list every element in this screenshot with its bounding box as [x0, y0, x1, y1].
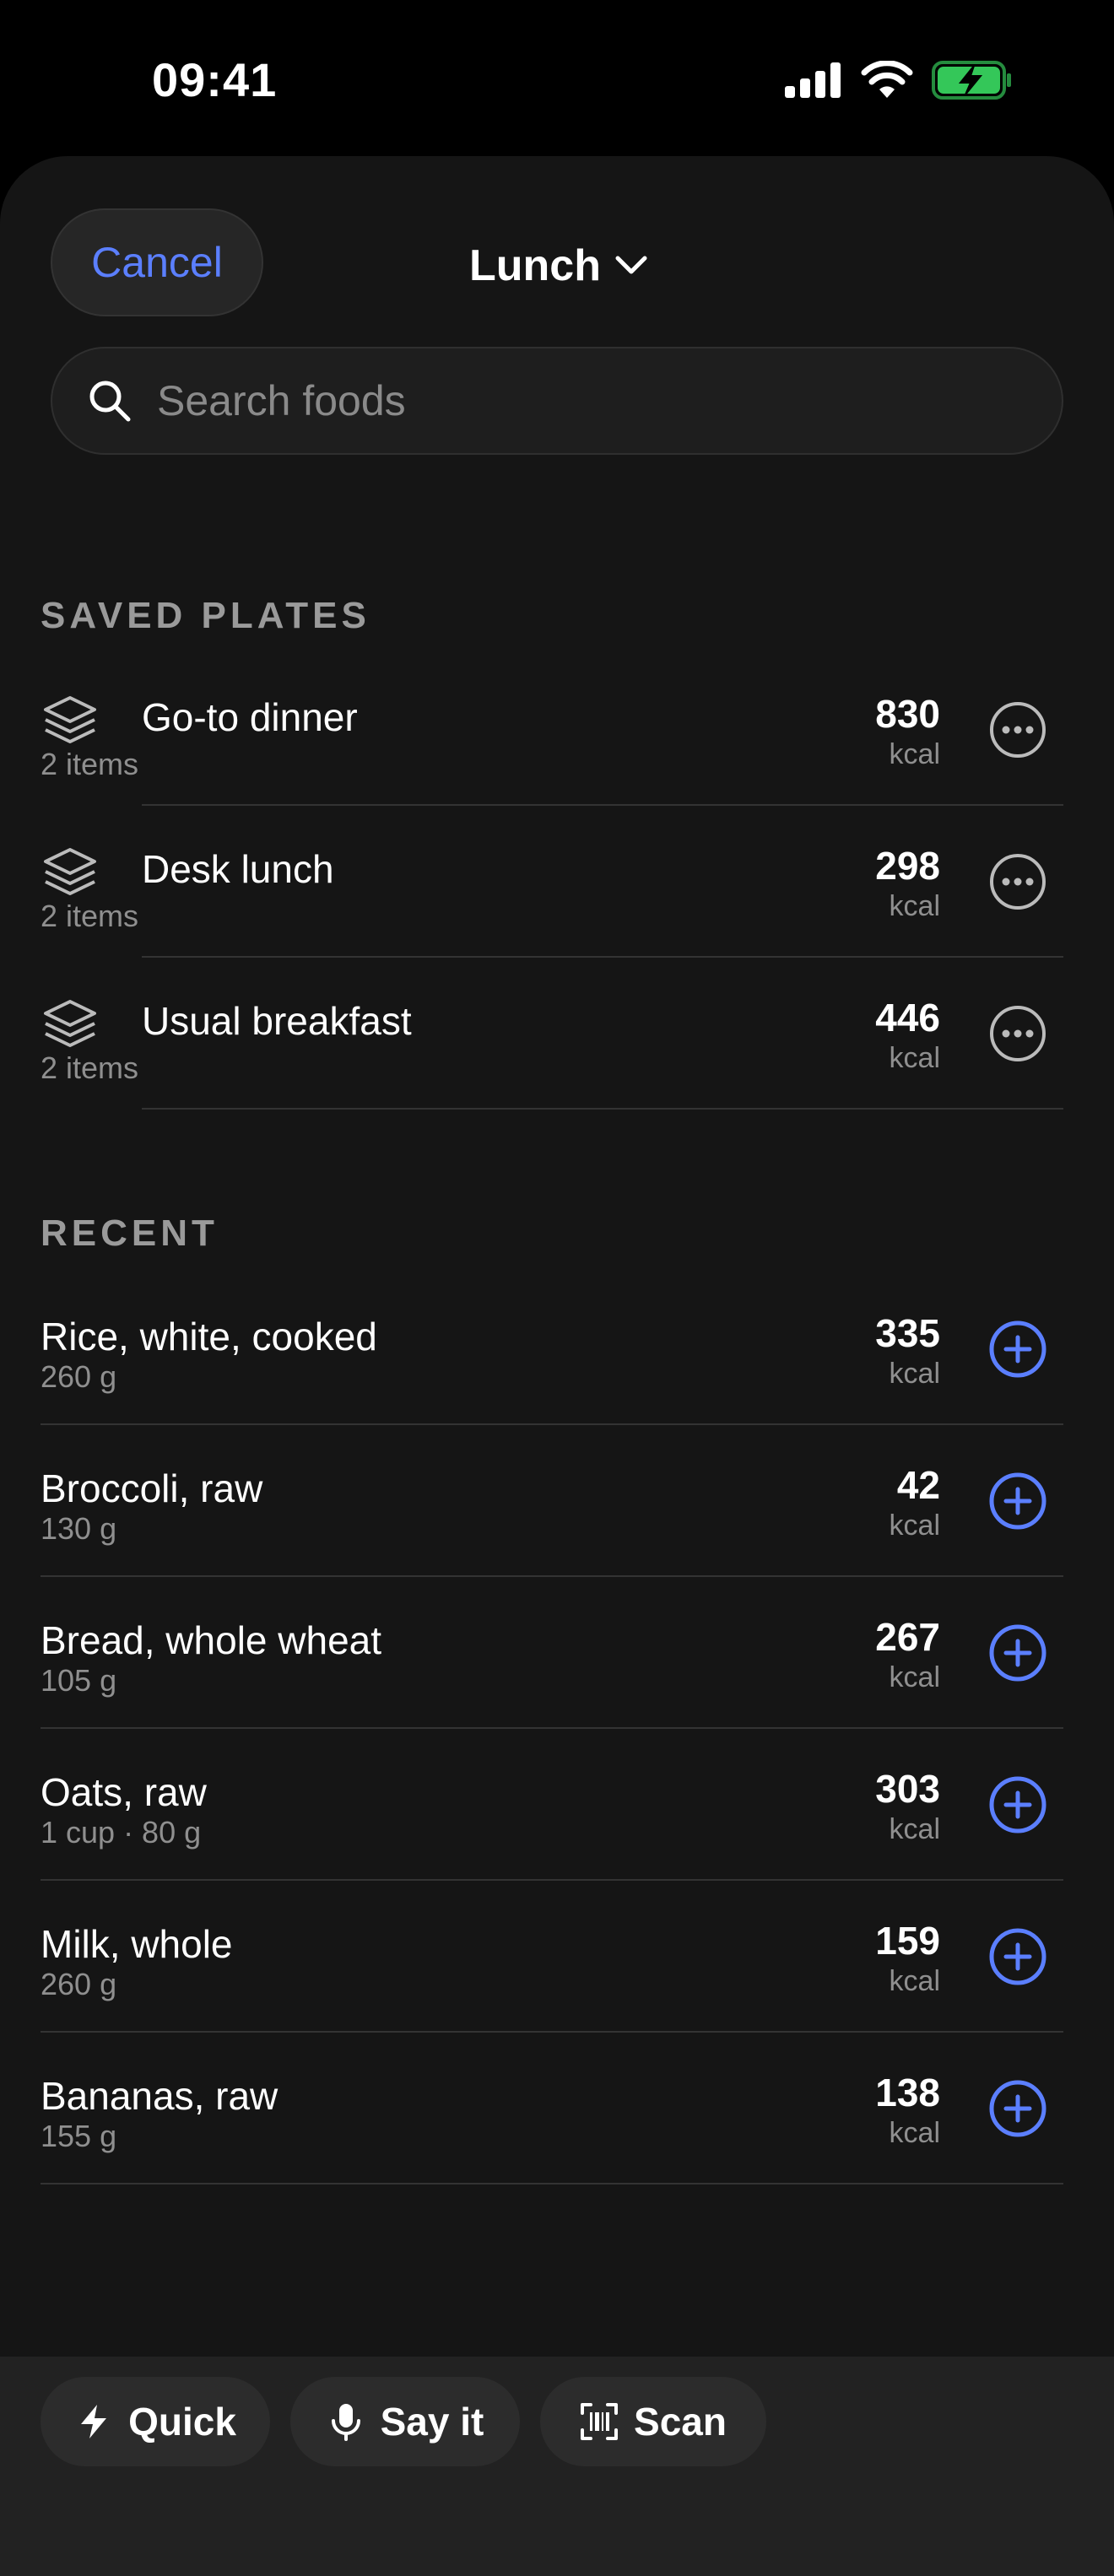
kcal-unit: kcal: [889, 1965, 940, 1997]
kcal-value: 335: [875, 1311, 940, 1355]
microphone-icon: [331, 2404, 360, 2441]
saved-plate-row[interactable]: Desk lunch 2 items 298 kcal: [0, 806, 1114, 958]
food-name: Milk, whole: [41, 1922, 233, 1966]
scan-barcode-button[interactable]: Scan: [540, 2377, 766, 2466]
plate-name: Usual breakfast: [142, 999, 412, 1043]
recent-food-row[interactable]: Oats, raw 1 cup · 80 g 303 kcal: [0, 1729, 1114, 1881]
stack-icon: [44, 1000, 96, 1047]
more-options-icon[interactable]: [987, 851, 1048, 912]
plate-item-count: 2 items: [41, 899, 139, 933]
search-input[interactable]: [155, 375, 1062, 426]
kcal-value: 138: [875, 2071, 940, 2114]
food-name: Oats, raw: [41, 1770, 207, 1814]
food-amount: 105 g: [41, 1663, 117, 1698]
divider: [142, 1108, 1063, 1110]
kcal-unit: kcal: [889, 738, 940, 770]
meal-selector[interactable]: Lunch: [469, 240, 648, 291]
kcal-unit: kcal: [889, 1358, 940, 1390]
plate-item-count: 2 items: [41, 747, 139, 781]
recent-header: RECENT: [41, 1212, 219, 1254]
cellular-signal-icon: [785, 62, 841, 98]
kcal-value: 303: [875, 1767, 940, 1811]
recent-food-row[interactable]: Broccoli, raw 130 g 42 kcal: [0, 1425, 1114, 1577]
stack-icon: [44, 696, 96, 743]
kcal-value: 830: [875, 692, 940, 736]
more-options-icon[interactable]: [987, 1003, 1048, 1064]
wifi-icon: [861, 61, 913, 98]
plate-name: Go-to dinner: [142, 695, 358, 739]
saved-plate-row[interactable]: Usual breakfast 2 items 446 kcal: [0, 958, 1114, 1110]
saved-plates-header: SAVED PLATES: [41, 595, 370, 636]
voice-log-button[interactable]: Say it: [290, 2377, 520, 2466]
add-circle-icon[interactable]: [987, 2078, 1048, 2139]
status-icons: [785, 61, 1013, 100]
stack-icon: [44, 848, 96, 895]
food-name: Bread, whole wheat: [41, 1618, 382, 1662]
recent-food-row[interactable]: Rice, white, cooked 260 g 335 kcal: [0, 1273, 1114, 1425]
kcal-value: 298: [875, 844, 940, 888]
plate-name: Desk lunch: [142, 847, 334, 891]
divider: [41, 2183, 1063, 2184]
bottom-action-bar: Quick Say it Scan: [0, 2357, 1114, 2576]
food-amount: 130 g: [41, 1511, 117, 1546]
food-amount: 1 cup · 80 g: [41, 1815, 202, 1850]
barcode-scan-icon: [581, 2403, 619, 2440]
add-circle-icon[interactable]: [987, 1319, 1048, 1380]
food-search-sheet: Cancel Lunch SAVED PLATES Go-to dinner 2…: [0, 156, 1114, 2576]
kcal-unit: kcal: [889, 1042, 940, 1074]
kcal-value: 159: [875, 1919, 940, 1963]
kcal-value: 267: [875, 1615, 940, 1659]
kcal-unit: kcal: [889, 2117, 940, 2149]
recent-food-row[interactable]: Bread, whole wheat 105 g 267 kcal: [0, 1577, 1114, 1729]
kcal-unit: kcal: [889, 1509, 940, 1542]
scan-barcode-label: Scan: [634, 2400, 727, 2444]
saved-plate-row[interactable]: Go-to dinner 2 items 830 kcal: [0, 654, 1114, 806]
food-name: Rice, white, cooked: [41, 1315, 377, 1358]
lightning-icon: [81, 2405, 107, 2438]
food-amount: 155 g: [41, 2119, 117, 2153]
status-time: 09:41: [152, 53, 278, 106]
quick-add-button[interactable]: Quick: [41, 2377, 270, 2466]
search-icon: [89, 381, 131, 422]
add-circle-icon[interactable]: [987, 1471, 1048, 1531]
status-bar: 09:41: [0, 0, 1114, 156]
add-circle-icon[interactable]: [987, 1774, 1048, 1835]
plate-item-count: 2 items: [41, 1050, 139, 1085]
food-amount: 260 g: [41, 1967, 117, 2001]
kcal-unit: kcal: [889, 890, 940, 922]
kcal-value: 42: [896, 1463, 940, 1507]
food-name: Broccoli, raw: [41, 1466, 263, 1510]
quick-add-label: Quick: [128, 2400, 236, 2444]
recent-food-row[interactable]: Bananas, raw 155 g 138 kcal: [0, 2033, 1114, 2184]
kcal-unit: kcal: [889, 1661, 940, 1693]
recent-food-row[interactable]: Milk, whole 260 g 159 kcal: [0, 1881, 1114, 2033]
cancel-button[interactable]: Cancel: [51, 208, 263, 316]
food-name: Bananas, raw: [41, 2074, 278, 2118]
kcal-value: 446: [875, 996, 940, 1040]
add-circle-icon[interactable]: [987, 1623, 1048, 1683]
battery-charging-icon: [932, 61, 1011, 100]
chevron-down-icon: [615, 256, 647, 274]
voice-log-label: Say it: [380, 2400, 484, 2444]
kcal-unit: kcal: [889, 1813, 940, 1845]
food-amount: 260 g: [41, 1359, 117, 1394]
add-circle-icon[interactable]: [987, 1926, 1048, 1987]
more-options-icon[interactable]: [987, 699, 1048, 760]
meal-selector-label: Lunch: [469, 241, 601, 290]
search-bar[interactable]: [51, 347, 1063, 455]
